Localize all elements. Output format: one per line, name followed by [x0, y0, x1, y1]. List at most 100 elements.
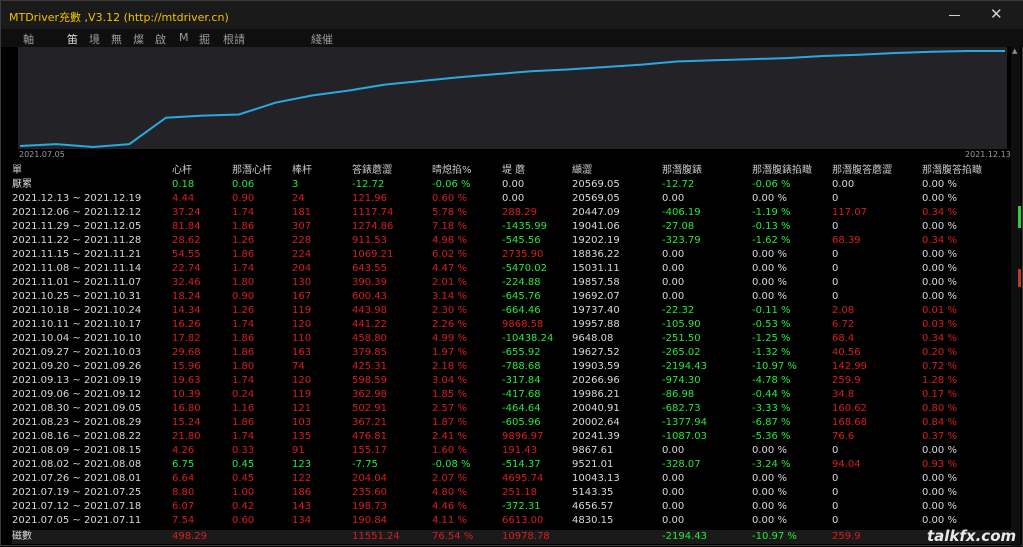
row-label: 2021.09.13 ~ 2021.09.19 — [12, 375, 142, 386]
column-header[interactable]: 答錶蘑澀 — [352, 164, 392, 178]
table-cell: 476.81 — [352, 431, 387, 442]
tab-9[interactable]: 綫催 — [311, 31, 333, 47]
column-header[interactable]: 堤 蘑 — [502, 164, 525, 178]
column-header[interactable]: 那潛腹答掐瞰 — [922, 164, 982, 178]
table-cell: 0.03 % — [922, 319, 957, 330]
table-cell: 0.72 % — [922, 361, 957, 372]
tab-8[interactable]: 根請 — [223, 31, 245, 47]
close-button[interactable]: ✕ — [976, 1, 1016, 29]
table-cell: -1087.03 — [662, 431, 707, 442]
column-header[interactable]: 那潛腹錶掐瞰 — [752, 164, 812, 178]
column-header[interactable]: 棒杆 — [292, 164, 312, 178]
column-header[interactable]: 單 — [12, 164, 22, 178]
equity-line — [19, 50, 1005, 149]
table-cell: 0.84 % — [922, 417, 957, 428]
tab-3[interactable]: 無 — [111, 31, 122, 47]
table-cell: 0.00 % — [752, 193, 787, 204]
table-cell: 0.00 — [662, 193, 685, 204]
table-cell: 0.00 % — [922, 291, 957, 302]
table-cell: 0.60 — [232, 515, 255, 526]
table-cell: 1.86 — [232, 221, 255, 232]
table-cell: 2.18 % — [432, 361, 467, 372]
table-cell: 19202.19 — [572, 235, 620, 246]
table-cell: 0.00 % — [922, 445, 957, 456]
table-cell: 0 — [832, 501, 839, 512]
table-cell: 19903.59 — [572, 361, 620, 372]
table-cell: 307 — [292, 221, 312, 232]
table-cell: 122 — [292, 473, 312, 484]
table-row: 2021.07.12 ~ 2021.07.18 6.07 0.42 143 198.73… — [12, 500, 1012, 514]
table-cell: 498.29 — [172, 531, 207, 542]
table-cell: 91 — [292, 445, 305, 456]
column-header[interactable]: 那潛腹答蘑澀 — [832, 164, 892, 178]
table-cell: 0.00 — [662, 501, 685, 512]
table-cell: 120 — [292, 375, 312, 386]
table-row: 2021.09.06 ~ 2021.09.12 10.39 0.24 119 362.9… — [12, 388, 1012, 402]
table-cell: 0.37 % — [922, 431, 957, 442]
table-cell: 19857.58 — [572, 277, 620, 288]
table-cell: 6.75 — [172, 459, 195, 470]
table-cell: 19957.88 — [572, 319, 620, 330]
table-cell: -1.62 % — [752, 235, 791, 246]
table-cell: -0.08 % — [432, 459, 471, 470]
table-cell: -2194.43 — [662, 361, 707, 372]
table-cell: -265.02 — [662, 347, 701, 358]
table-cell: -6.87 % — [752, 417, 791, 428]
table-cell: 20569.05 — [572, 179, 620, 190]
table-cell: 4.11 % — [432, 515, 467, 526]
column-header[interactable]: 纈澀 — [572, 164, 592, 178]
table-row: 磁數 498.29 11551.24 76.54 % 10978.78 -2194.43 -… — [12, 530, 1012, 544]
vertical-scrollbar[interactable] — [1011, 47, 1020, 547]
table-cell: 120 — [292, 319, 312, 330]
chart-x-end-label: 2021.12.13 — [965, 150, 1011, 159]
table-cell: -2194.43 — [662, 531, 707, 542]
tab-0[interactable]: 軸 — [23, 31, 34, 47]
table-cell: -1377.94 — [662, 417, 707, 428]
tab-bar: 軸 笛境無燦啟 M 掘根請 綫催 — [1, 29, 1023, 48]
tab-2[interactable]: 境 — [89, 31, 100, 47]
table-cell: 0.00 — [662, 277, 685, 288]
table-cell: 16.80 — [172, 403, 201, 414]
column-header[interactable]: 那潛心杆 — [232, 164, 272, 178]
table-cell: -3.24 % — [752, 459, 791, 470]
row-label: 厭累 — [12, 179, 32, 190]
table-cell: 68.39 — [832, 235, 861, 246]
table-cell: 10.39 — [172, 389, 201, 400]
tab-6[interactable]: M — [179, 31, 189, 44]
table-cell: 0 — [832, 193, 839, 204]
table-cell: 181 — [292, 207, 312, 218]
table-cell: 0.00 % — [752, 445, 787, 456]
table-cell: 390.39 — [352, 277, 387, 288]
table-cell: 16.26 — [172, 319, 201, 330]
table-cell: 4.99 % — [432, 333, 467, 344]
tab-7[interactable]: 掘 — [199, 31, 210, 47]
tab-1[interactable]: 笛 — [67, 31, 78, 48]
column-header[interactable]: 心杆 — [172, 164, 192, 178]
table-header: 單 心杆 那潛心杆 棒杆 答錶蘑澀 晴熄掐% 堤 蘑 纈澀 那潛腹錶 那潛腹錶掐瞰 那潛腹答蘑澀 那潛… — [12, 164, 1012, 178]
table-cell: 0.00 % — [922, 193, 957, 204]
table-cell: -655.92 — [502, 347, 541, 358]
table-cell: -4.78 % — [752, 375, 791, 386]
table-cell: 1.16 — [232, 403, 255, 414]
table-cell: 0.90 — [232, 291, 255, 302]
column-header[interactable]: 那潛腹錶 — [662, 164, 702, 178]
table-cell: 0.00 % — [752, 277, 787, 288]
table-cell: 1.74 — [232, 375, 255, 386]
table-cell: -1435.99 — [502, 221, 547, 232]
tab-5[interactable]: 啟 — [155, 31, 166, 47]
scroll-up-icon[interactable]: ▲ — [1012, 47, 1017, 55]
table-cell: 0.00 % — [752, 515, 787, 526]
table-cell: -10.97 % — [752, 361, 797, 372]
table-cell: 1.28 % — [922, 375, 957, 386]
table-cell: -12.72 — [352, 179, 385, 190]
column-header[interactable]: 晴熄掐% — [432, 164, 472, 178]
table-cell: 0.00 — [502, 179, 525, 190]
tab-4[interactable]: 燦 — [133, 31, 144, 47]
table-cell: -27.08 — [662, 221, 695, 232]
table-cell: 224 — [292, 249, 312, 260]
table-cell: 8.80 — [172, 487, 195, 498]
table-cell: 0 — [832, 515, 839, 526]
table-cell: 3 — [292, 179, 299, 190]
minimize-button[interactable] — [935, 1, 975, 29]
table-row: 2021.09.20 ~ 2021.09.26 15.96 1.80 74 425.31… — [12, 360, 1012, 374]
